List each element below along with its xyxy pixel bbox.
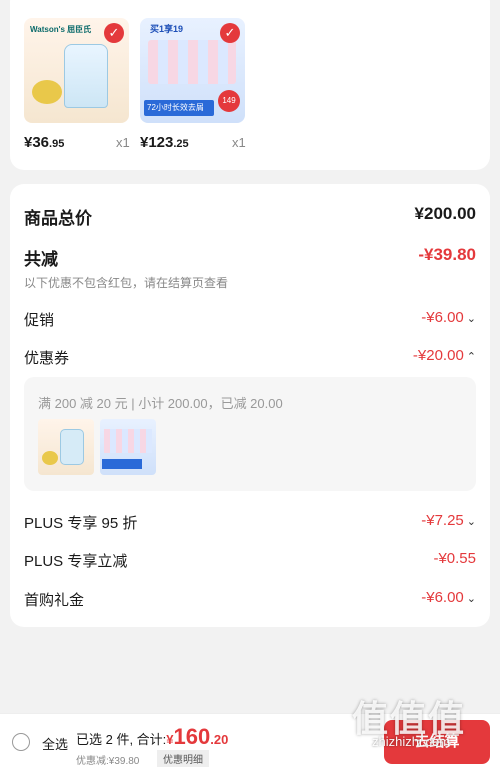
product-promo: 买1享19 xyxy=(150,24,184,34)
shampoo-bottles-icon xyxy=(148,40,236,84)
selected-text: 已选 2 件, 合计: xyxy=(76,732,167,747)
coupon-value: -¥20.00 ⌃ xyxy=(412,347,476,364)
discount-row: 共减 -¥39.80 xyxy=(24,245,476,269)
first-gift-label: 首购礼金 xyxy=(24,592,85,609)
chevron-down-icon: ⌄ xyxy=(466,313,476,325)
coupon-row[interactable]: 优惠券 -¥20.00 ⌃ xyxy=(24,347,476,371)
product-price: ¥123.25 xyxy=(140,134,189,151)
discount-detail-button[interactable]: 优惠明细 xyxy=(157,750,209,767)
product-qty: x1 xyxy=(232,135,246,150)
chevron-down-icon: ⌄ xyxy=(466,516,476,528)
total-main: 160 xyxy=(173,724,211,749)
product-card: Watson's 屈臣氏 ✓ 买1享19 72小时长效去屑 149 ✓ ¥36.… xyxy=(10,0,490,170)
coupon-detail-text: 满 200 减 20 元 | 小计 200.00，已减 20.00 xyxy=(38,396,283,411)
chevron-up-icon: ⌃ xyxy=(466,351,476,363)
price-seal-icon: 149 xyxy=(218,90,240,112)
badge-bar-icon xyxy=(102,459,142,469)
product-badge: 72小时长效去屑 xyxy=(144,100,214,116)
plus95-value: -¥7.25 ⌄ xyxy=(421,512,476,529)
select-all-label[interactable]: 全选 xyxy=(42,734,68,753)
discount-note: 以下优惠不包含红包，请在结算页查看 xyxy=(24,276,229,290)
chevron-down-icon: ⌄ xyxy=(466,593,476,605)
promo-row[interactable]: 促销 -¥6.00 ⌄ xyxy=(24,309,476,333)
discount-value: -¥39.80 xyxy=(418,245,476,264)
check-icon[interactable]: ✓ xyxy=(104,23,124,43)
product-brand: Watson's 屈臣氏 xyxy=(30,25,92,34)
plus-instant-row: PLUS 专享立减 -¥0.55 xyxy=(24,550,476,574)
promo-label: 促销 xyxy=(24,312,55,329)
price-summary-card: 商品总价 ¥200.00 共减 -¥39.80 以下优惠不包含红包，请在结算页查… xyxy=(10,184,490,627)
promo-value: -¥6.00 ⌄ xyxy=(421,309,476,326)
fruit-icon xyxy=(42,451,58,465)
fruit-icon xyxy=(32,80,62,104)
plus95-label: PLUS 专享 95 折 xyxy=(24,515,138,532)
total-row: 商品总价 ¥200.00 xyxy=(24,204,476,228)
discount-label: 共减 xyxy=(24,250,58,269)
coupon-product-thumb xyxy=(38,419,94,475)
total-symbol: ¥ xyxy=(166,732,174,747)
water-bottle-icon xyxy=(60,429,84,465)
selected-total: 已选 2 件, 合计:¥160.20 xyxy=(76,724,228,750)
total-value: ¥200.00 xyxy=(414,204,476,223)
first-gift-value: -¥6.00 ⌄ xyxy=(421,589,476,606)
total-label: 商品总价 xyxy=(24,209,92,228)
water-bottle-icon xyxy=(64,44,108,108)
total-cents: .20 xyxy=(210,732,229,747)
watermark-url: zhizhizhi.com xyxy=(372,734,451,749)
product-image-watsons[interactable]: Watson's 屈臣氏 ✓ xyxy=(24,18,129,123)
product-image-shampoo[interactable]: 买1享19 72小时长效去屑 149 ✓ xyxy=(140,18,245,123)
plus-instant-label: PLUS 专享立减 xyxy=(24,553,128,570)
coupon-label: 优惠券 xyxy=(24,350,70,367)
plus-instant-value: -¥0.55 xyxy=(433,550,476,567)
product-price: ¥36.95 xyxy=(24,134,65,151)
discount-summary: 优惠减:¥39.80 xyxy=(76,756,140,767)
coupon-product-thumb xyxy=(100,419,156,475)
coupon-detail-box: 满 200 减 20 元 | 小计 200.00，已减 20.00 xyxy=(24,377,476,491)
shampoo-bottles-icon xyxy=(104,429,152,453)
first-gift-row[interactable]: 首购礼金 -¥6.00 ⌄ xyxy=(24,589,476,613)
check-icon[interactable]: ✓ xyxy=(220,23,240,43)
product-qty: x1 xyxy=(116,135,130,150)
plus95-row[interactable]: PLUS 专享 95 折 -¥7.25 ⌄ xyxy=(24,512,476,536)
select-all-radio[interactable] xyxy=(12,733,30,751)
